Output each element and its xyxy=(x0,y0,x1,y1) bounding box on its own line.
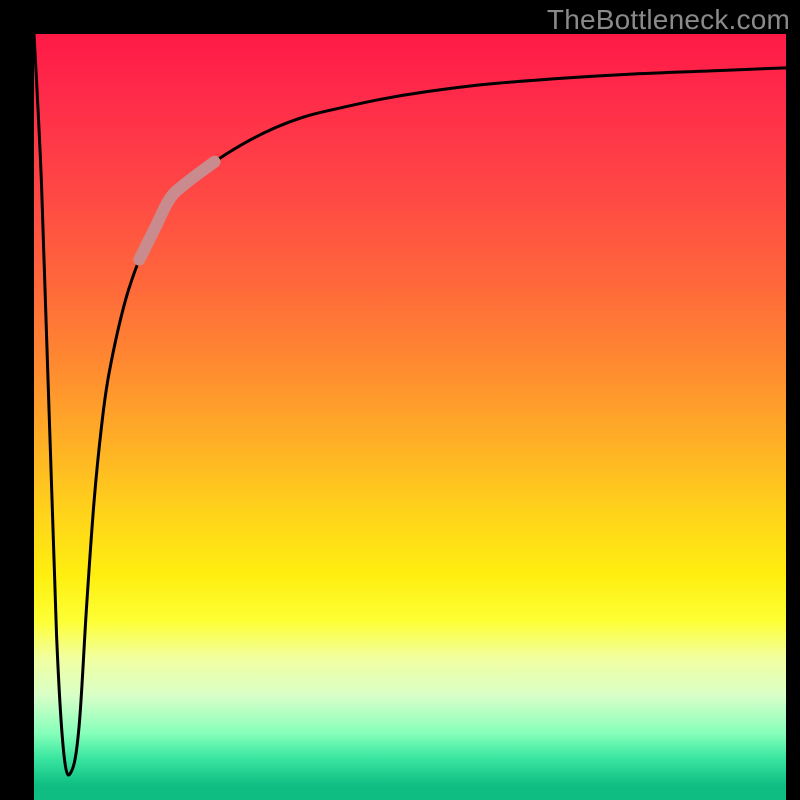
watermark-text: TheBottleneck.com xyxy=(547,4,790,36)
curve-layer xyxy=(34,34,786,786)
chart-frame: TheBottleneck.com xyxy=(0,0,800,800)
plot-bottom-strip xyxy=(34,786,786,800)
bottleneck-curve xyxy=(34,34,786,775)
curve-highlight xyxy=(139,162,214,260)
